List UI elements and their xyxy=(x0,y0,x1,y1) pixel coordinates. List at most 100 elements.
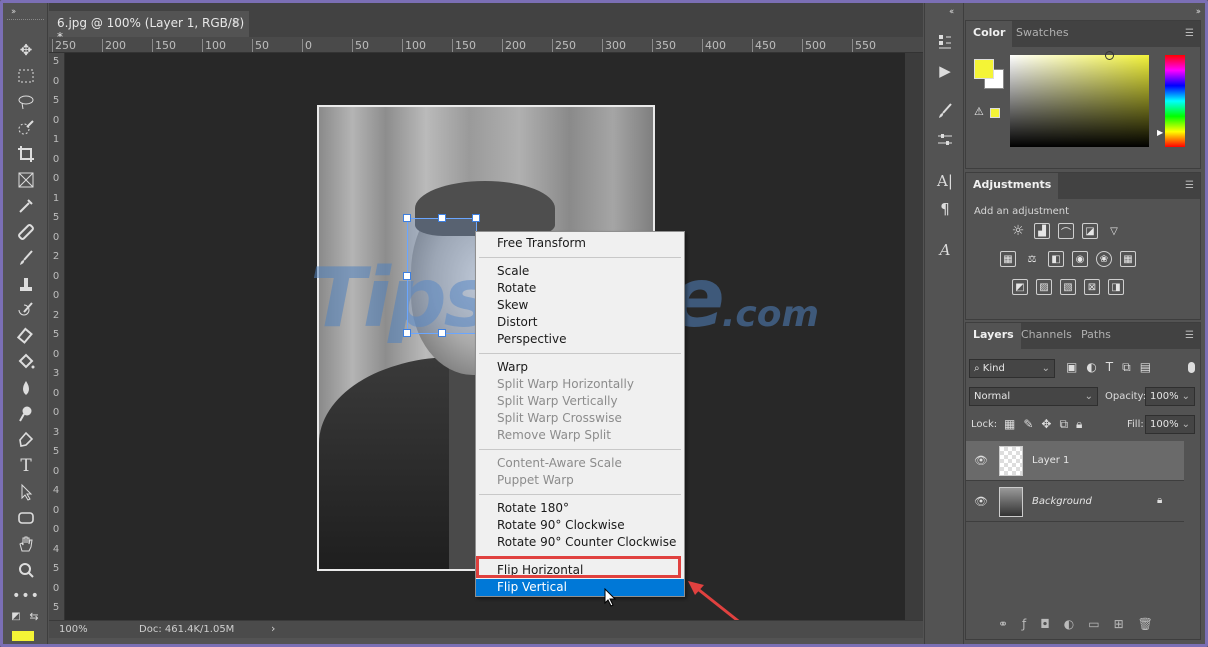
tab-adjustments[interactable]: Adjustments xyxy=(966,173,1059,199)
visibility-eye-icon[interactable]: 👁︎ xyxy=(974,454,988,467)
menu-item-rotate-180[interactable]: Rotate 180° xyxy=(476,500,684,517)
blur-tool-icon[interactable] xyxy=(13,377,39,399)
healing-brush-tool-icon[interactable] xyxy=(13,221,39,243)
invert-icon[interactable]: ◩ xyxy=(1012,279,1028,295)
opacity-input[interactable]: 100% ⌄ xyxy=(1145,387,1195,406)
visibility-eye-icon[interactable]: 👁︎ xyxy=(974,495,988,508)
brush-settings-icon[interactable] xyxy=(932,100,958,122)
color-picker-field[interactable] xyxy=(1010,51,1149,147)
path-selection-tool-icon[interactable] xyxy=(13,481,39,503)
blend-mode-select[interactable]: Normal ⌄ xyxy=(969,387,1098,406)
move-tool-icon[interactable]: ✥ xyxy=(13,39,39,61)
hue-saturation-icon[interactable]: ▦ xyxy=(1000,251,1016,267)
layer-filter-kind[interactable]: ⌕ Kind ⌄ xyxy=(969,359,1055,378)
exposure-icon[interactable]: ◪ xyxy=(1082,223,1098,239)
rectangle-tool-icon[interactable] xyxy=(13,507,39,529)
posterize-icon[interactable]: ▨ xyxy=(1036,279,1052,295)
menu-item-content-aware-scale[interactable]: Content-Aware Scale xyxy=(476,455,684,472)
menu-item-perspective[interactable]: Perspective xyxy=(476,331,684,348)
crop-tool-icon[interactable] xyxy=(13,143,39,165)
selective-color-icon[interactable]: ⊠ xyxy=(1084,279,1100,295)
tab-paths[interactable]: Paths xyxy=(1074,323,1118,349)
layer-filter-icons[interactable]: ▣◐T⧉▤ xyxy=(1066,360,1160,375)
document-tab[interactable]: 6.jpg @ 100% (Layer 1, RGB/8) * × xyxy=(49,11,249,44)
foreground-color-swatch[interactable] xyxy=(974,59,994,79)
zoom-tool-icon[interactable] xyxy=(13,559,39,581)
menu-item-rotate[interactable]: Rotate xyxy=(476,280,684,297)
transform-handle[interactable] xyxy=(438,214,446,222)
lasso-tool-icon[interactable] xyxy=(13,91,39,113)
panel-menu-icon[interactable]: ☰ xyxy=(1185,330,1194,341)
collapse-chevron-icon[interactable]: ›› xyxy=(1196,7,1201,17)
transform-handle[interactable] xyxy=(472,214,480,222)
threshold-icon[interactable]: ▧ xyxy=(1060,279,1076,295)
eyedropper-tool-icon[interactable] xyxy=(13,195,39,217)
black-white-icon[interactable]: ◧ xyxy=(1048,251,1064,267)
transform-handle[interactable] xyxy=(438,329,446,337)
frame-tool-icon[interactable] xyxy=(13,169,39,191)
character-panel-icon[interactable]: A| xyxy=(932,170,958,192)
brightness-contrast-icon[interactable]: ☼ xyxy=(1010,223,1026,239)
panel-menu-icon[interactable]: ☰ xyxy=(1185,180,1194,191)
layer-row-layer-1[interactable]: 👁︎ Layer 1 xyxy=(966,441,1184,481)
transform-handle[interactable] xyxy=(403,329,411,337)
layers-footer-icons[interactable]: ⚭ƒ◘◐▭⊞🗑︎ xyxy=(998,617,1167,631)
pen-tool-icon[interactable] xyxy=(13,429,39,451)
swap-colors-icon[interactable]: ⇆ xyxy=(27,609,41,623)
hue-slider[interactable] xyxy=(1165,55,1185,147)
gradient-map-icon[interactable]: ◨ xyxy=(1108,279,1124,295)
photo-filter-icon[interactable]: ◉ xyxy=(1072,251,1088,267)
menu-item-rotate-90-clockwise[interactable]: Rotate 90° Clockwise xyxy=(476,517,684,534)
menu-item-rotate-90-counter-clockwise[interactable]: Rotate 90° Counter Clockwise xyxy=(476,534,684,551)
menu-item-split-warp-crosswise[interactable]: Split Warp Crosswise xyxy=(476,410,684,427)
zoom-level[interactable]: 100% xyxy=(59,624,88,635)
tab-color[interactable]: Color xyxy=(966,21,1013,47)
menu-item-split-warp-horizontally[interactable]: Split Warp Horizontally xyxy=(476,376,684,393)
more-tools-icon[interactable]: ••• xyxy=(12,585,39,607)
menu-item-distort[interactable]: Distort xyxy=(476,314,684,331)
default-colors-icon[interactable]: ◩ xyxy=(9,609,23,623)
color-picker-marker[interactable] xyxy=(1105,51,1114,60)
clone-stamp-tool-icon[interactable] xyxy=(13,273,39,295)
menu-item-scale[interactable]: Scale xyxy=(476,263,684,280)
filter-toggle[interactable] xyxy=(1188,362,1195,373)
panel-menu-icon[interactable]: ☰ xyxy=(1185,28,1194,39)
type-tool-icon[interactable]: T xyxy=(13,455,39,477)
levels-icon[interactable]: ▟ xyxy=(1034,223,1050,239)
history-brush-tool-icon[interactable] xyxy=(13,299,39,321)
menu-item-puppet-warp[interactable]: Puppet Warp xyxy=(476,472,684,489)
transform-handle[interactable] xyxy=(403,214,411,222)
marquee-tool-icon[interactable] xyxy=(13,65,39,87)
channel-mixer-icon[interactable]: ❀ xyxy=(1096,251,1112,267)
fill-input[interactable]: 100% ⌄ xyxy=(1145,415,1195,434)
tab-swatches[interactable]: Swatches xyxy=(1009,21,1076,47)
paint-bucket-tool-icon[interactable] xyxy=(13,351,39,373)
brush-tool-icon[interactable] xyxy=(13,247,39,269)
out-of-gamut-warning-icon[interactable]: ⚠ xyxy=(974,105,984,118)
quick-select-tool-icon[interactable] xyxy=(13,117,39,139)
layer-name[interactable]: Layer 1 xyxy=(1032,455,1069,466)
transform-bounding-box[interactable] xyxy=(403,214,480,337)
menu-item-flip-vertical[interactable]: Flip Vertical xyxy=(476,579,684,596)
menu-item-free-transform[interactable]: Free Transform xyxy=(476,235,684,252)
vibrance-icon[interactable]: ▽ xyxy=(1106,223,1122,239)
hue-slider-marker-icon[interactable]: ▶ xyxy=(1157,128,1163,137)
collapse-chevron-icon[interactable]: ›› xyxy=(11,7,16,17)
status-menu-arrow-icon[interactable]: › xyxy=(271,622,275,635)
transform-handle[interactable] xyxy=(403,272,411,280)
eraser-tool-icon[interactable] xyxy=(13,325,39,347)
gamut-color-chip[interactable] xyxy=(990,108,1000,118)
menu-item-warp[interactable]: Warp xyxy=(476,359,684,376)
tab-layers[interactable]: Layers xyxy=(966,323,1021,349)
color-lookup-icon[interactable]: ▦ xyxy=(1120,251,1136,267)
dodge-tool-icon[interactable] xyxy=(13,403,39,425)
lock-icons[interactable]: ▦✎✥⧉🔒︎ xyxy=(1004,417,1090,432)
curves-icon[interactable]: ⌒ xyxy=(1058,223,1074,239)
menu-item-split-warp-vertically[interactable]: Split Warp Vertically xyxy=(476,393,684,410)
layer-row-background[interactable]: 👁︎ Background 🔒︎ xyxy=(966,482,1184,522)
vertical-scrollbar[interactable] xyxy=(905,53,923,620)
color-balance-icon[interactable]: ⚖ xyxy=(1024,251,1040,267)
vertical-ruler[interactable]: 5 0 5 0 1 0 0 1 5 0 2 0 0 2 5 0 3 0 0 3 5 0 4 0 0 4 5 0 5 xyxy=(49,53,65,620)
tab-channels[interactable]: Channels xyxy=(1014,323,1079,349)
menu-item-remove-warp-split[interactable]: Remove Warp Split xyxy=(476,427,684,444)
